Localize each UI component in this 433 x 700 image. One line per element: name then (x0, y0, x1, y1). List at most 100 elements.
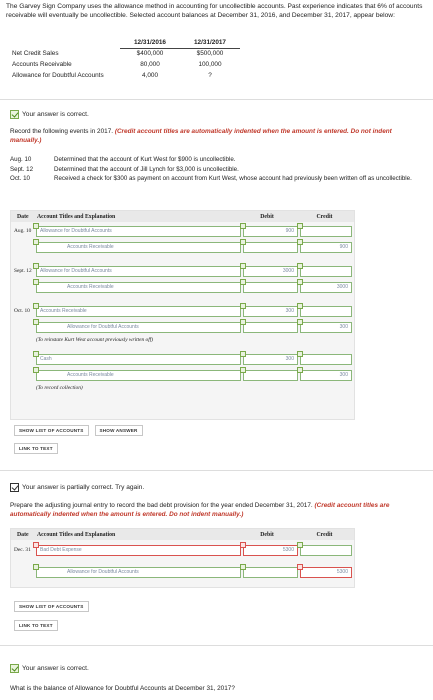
col-date: Date (17, 531, 29, 538)
answer-status-correct: Your answer is correct. (10, 110, 89, 119)
event-date: Sept. 12 (10, 165, 34, 173)
debit-field[interactable] (240, 564, 298, 578)
correct-marker-icon (297, 351, 303, 357)
status-text: Your answer is correct. (22, 111, 89, 118)
credit-field[interactable] (297, 351, 352, 365)
debit-field[interactable] (240, 319, 298, 333)
correct-marker-icon (240, 564, 246, 570)
row-label: Accounts Receivable (12, 61, 72, 68)
journal-row: Allowance for Doubtful Accounts 300 (11, 319, 354, 336)
account-title-field[interactable]: Accounts Receivable (33, 279, 241, 293)
link-to-text-button[interactable]: LINK TO TEXT (14, 443, 58, 454)
credit-field[interactable]: 900 (297, 239, 352, 253)
incorrect-marker-icon (33, 542, 39, 548)
correct-marker-icon (240, 351, 246, 357)
credit-field[interactable]: 300 (297, 367, 352, 381)
credit-field[interactable] (297, 303, 352, 317)
correct-marker-icon (240, 303, 246, 309)
credit-field[interactable] (297, 263, 352, 277)
journal-note-row: (To reinstate Kurt West account previous… (11, 336, 354, 348)
row-label: Net Credit Sales (12, 50, 59, 57)
correct-marker-icon (297, 279, 303, 285)
correct-marker-icon (297, 223, 303, 229)
debit-field[interactable]: 300 (240, 303, 298, 317)
account-title-field[interactable]: Accounts Receivable (33, 367, 241, 381)
entry-date: Dec. 31 (14, 547, 31, 553)
credit-field[interactable] (297, 223, 352, 237)
row-value: 80,000 (140, 61, 160, 68)
link-to-text-button[interactable]: LINK TO TEXT (14, 620, 58, 631)
instruction-text: Record the following events in 2017. (10, 128, 114, 135)
account-title-field[interactable]: Allowance for Doubtful Accounts (33, 223, 241, 237)
debit-field[interactable]: 3000 (240, 263, 298, 277)
debit-field[interactable] (240, 367, 298, 381)
list-item: Sept. 12 Determined that the account of J… (10, 166, 425, 175)
show-list-of-accounts-button[interactable]: SHOW LIST OF ACCOUNTS (14, 601, 89, 612)
event-text: Determined that the account of Kurt West… (54, 156, 236, 163)
credit-field[interactable]: 300 (297, 319, 352, 333)
row-value: ? (208, 72, 212, 79)
debit-field[interactable] (240, 239, 298, 253)
account-title-field[interactable]: Allowance for Doubtful Accounts (33, 319, 241, 333)
correct-marker-icon (240, 239, 246, 245)
event-date: Aug. 10 (10, 156, 32, 163)
debit-field[interactable]: 300 (240, 351, 298, 365)
correct-marker-icon (33, 239, 39, 245)
journal-row: Allowance for Doubtful Accounts 5300 (11, 564, 354, 581)
list-item: Aug. 10 Determined that the account of Ku… (10, 156, 425, 165)
journal-note-row: (To record collection) (11, 384, 354, 396)
balances-table: 12/31/2016 12/31/2017 Net Credit Sales $… (10, 37, 240, 81)
account-title-field[interactable]: Bad Debt Expense (33, 542, 241, 556)
entry-explanation: (To reinstate Kurt West account previous… (36, 337, 154, 343)
col-debit: Debit (260, 531, 274, 538)
col-debit: Debit (260, 213, 274, 220)
instructions: Prepare the adjusting journal entry to r… (10, 502, 420, 519)
table-row: Allowance for Doubtful Accounts 4,000 ? (10, 70, 240, 81)
correct-marker-icon (33, 279, 39, 285)
debit-field[interactable] (240, 279, 298, 293)
row-value: $400,000 (136, 50, 164, 58)
question-text: What is the balance of Allowance for Dou… (10, 685, 235, 692)
table-row: Net Credit Sales $400,000 $500,000 (10, 48, 240, 59)
journal-header: Date Account Titles and Explanation Debi… (11, 529, 354, 540)
account-title-field[interactable]: Accounts Receivable (33, 303, 241, 317)
balances-header-2016: 12/31/2016 (120, 37, 180, 49)
col-account: Account Titles and Explanation (37, 213, 116, 220)
check-icon (10, 664, 19, 673)
show-list-of-accounts-button[interactable]: SHOW LIST OF ACCOUNTS (14, 425, 89, 436)
credit-field[interactable]: 5300 (297, 564, 352, 578)
credit-field[interactable]: 3000 (297, 279, 352, 293)
balances-header-blank (10, 37, 120, 48)
problem-intro: The Garvey Sign Company uses the allowan… (6, 3, 423, 19)
correct-marker-icon (240, 263, 246, 269)
section-divider (0, 470, 433, 471)
account-title-field[interactable]: Accounts Receivable (33, 239, 241, 253)
journal-row: Cash 300 (11, 351, 354, 368)
account-title-field[interactable]: Allowance for Doubtful Accounts (33, 564, 241, 578)
debit-field[interactable]: 900 (240, 223, 298, 237)
section2-links: LINK TO TEXT (14, 620, 58, 631)
journal-row: Accounts Receivable 900 (11, 239, 354, 256)
event-date: Oct. 10 (10, 175, 30, 182)
entry-date: Aug. 10 (14, 228, 32, 234)
show-answer-button[interactable]: SHOW ANSWER (94, 425, 143, 436)
credit-field[interactable] (297, 542, 352, 556)
debit-field[interactable]: 5300 (240, 542, 298, 556)
journal-header: Date Account Titles and Explanation Debi… (11, 211, 354, 222)
account-title-field[interactable]: Allowance for Doubtful Accounts (33, 263, 241, 277)
row-value: 100,000 (198, 61, 222, 68)
answer-status-correct: Your answer is correct. (10, 664, 89, 673)
col-account: Account Titles and Explanation (37, 531, 116, 538)
section1-links: LINK TO TEXT (14, 443, 58, 454)
event-text: Determined that the account of Jill Lync… (54, 165, 239, 173)
journal-row: Accounts Receivable 300 (11, 367, 354, 384)
correct-marker-icon (240, 319, 246, 325)
journal-row: Sept. 12 Allowance for Doubtful Accounts… (11, 263, 354, 280)
instruction-text: Prepare the adjusting journal entry to r… (10, 502, 313, 509)
correct-marker-icon (33, 351, 39, 357)
incorrect-marker-icon (240, 542, 246, 548)
entry-date: Oct. 10 (14, 308, 30, 314)
account-title-field[interactable]: Cash (33, 351, 241, 365)
correct-marker-icon (297, 263, 303, 269)
col-credit: Credit (316, 531, 333, 538)
